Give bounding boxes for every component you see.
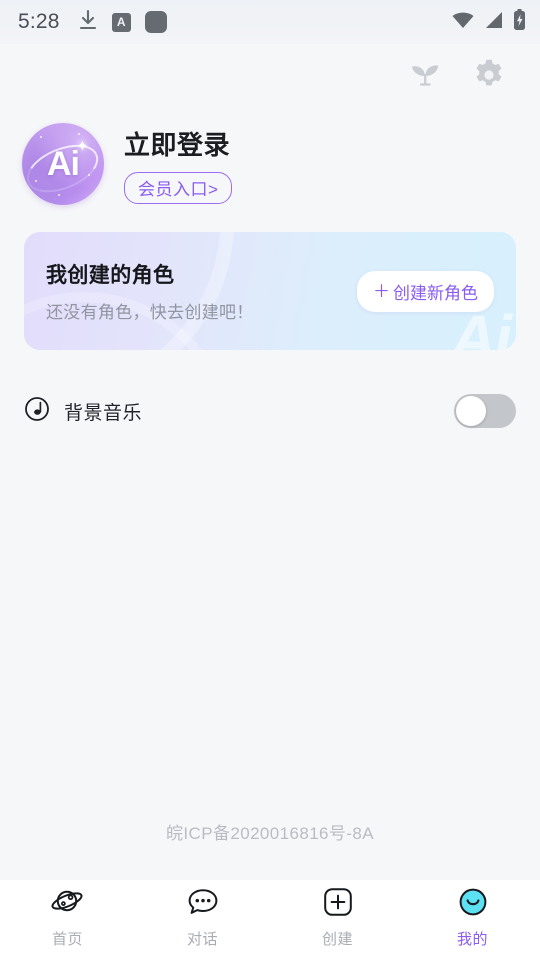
battery-charging-icon	[513, 8, 526, 36]
top-bar	[0, 44, 540, 106]
sparkle-icon: ✦	[76, 138, 89, 156]
role-card-title: 我创建的角色	[46, 264, 175, 287]
status-bar-time: 5:28	[18, 10, 60, 33]
toggle-knob	[456, 396, 486, 426]
icp-license-text: 皖ICP备2020016816号-8A	[166, 824, 374, 843]
create-role-button[interactable]: ＋ 创建新角色	[357, 270, 494, 312]
setting-row-background-music[interactable]: 背景音乐	[24, 374, 516, 448]
role-card-texts: 我创建的角色 还没有角色，快去创建吧！	[46, 259, 254, 323]
avatar-label: Ai	[47, 144, 80, 183]
tab-home[interactable]: 首页	[0, 888, 135, 949]
tab-mine[interactable]: 我的	[405, 888, 540, 949]
login-button[interactable]: 立即登录	[124, 125, 232, 162]
member-entry-button[interactable]: 会员入口>	[124, 171, 233, 204]
setting-label: 背景音乐	[64, 402, 143, 424]
setting-row-left: 背景音乐	[24, 396, 142, 427]
profile-section[interactable]: Ai ✦ 立即登录 会员入口>	[0, 106, 540, 214]
download-icon	[78, 9, 98, 36]
plus-square-icon	[323, 887, 353, 922]
tab-home-label: 首页	[51, 930, 83, 948]
card-watermark: Ai	[450, 302, 512, 350]
tab-mine-label: 我的	[456, 930, 488, 948]
status-bar: 5:28 A	[0, 0, 540, 44]
smiley-face-icon	[458, 887, 488, 922]
my-roles-card[interactable]: Ai 我创建的角色 还没有角色，快去创建吧！ ＋ 创建新角色	[24, 232, 516, 350]
planet-icon	[50, 887, 85, 922]
bottom-nav: 首页 对话 创建 我的	[0, 880, 540, 960]
sprout-icon[interactable]	[408, 59, 442, 91]
gear-icon[interactable]	[472, 58, 506, 92]
tab-chat[interactable]: 对话	[135, 888, 270, 949]
role-card-wrap: Ai 我创建的角色 还没有角色，快去创建吧！ ＋ 创建新角色	[0, 214, 540, 350]
music-note-icon	[24, 396, 50, 427]
chat-bubble-icon	[187, 887, 219, 922]
tab-create[interactable]: 创建	[270, 888, 405, 949]
role-card-subtitle: 还没有角色，快去创建吧！	[46, 303, 254, 322]
settings-list: 背景音乐	[0, 350, 540, 448]
app-square-icon	[144, 11, 167, 33]
create-role-label: 创建新角色	[393, 283, 478, 303]
status-bar-left-icons: A	[78, 9, 167, 36]
status-bar-right-icons	[451, 8, 526, 36]
background-music-toggle[interactable]	[454, 394, 516, 428]
profile-text: 立即登录 会员入口>	[124, 125, 233, 204]
tab-chat-label: 对话	[186, 930, 218, 948]
avatar[interactable]: Ai ✦	[22, 123, 104, 205]
app-root: 5:28 A Ai ✦ 立即登录 会员入口> Ai 我创建的角色 还没有角色，快…	[0, 0, 540, 960]
plus-icon: ＋	[373, 281, 390, 301]
a-badge-icon: A	[111, 12, 131, 32]
cellular-signal-icon	[484, 11, 504, 34]
wifi-icon	[451, 11, 475, 34]
tab-create-label: 创建	[321, 930, 353, 948]
